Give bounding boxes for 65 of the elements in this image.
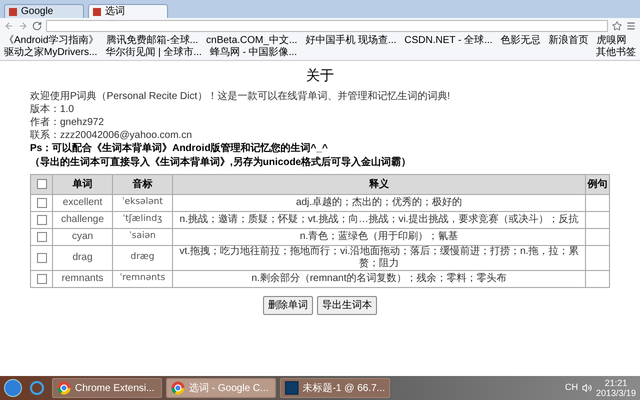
taskbar-button[interactable]: Chrome Extensi...	[52, 378, 162, 398]
bookmark-link[interactable]: CSDN.NET - 全球...	[404, 35, 493, 47]
column-header: 例句	[586, 174, 610, 194]
column-header: 单词	[52, 174, 112, 194]
bookmark-link[interactable]: 驱动之家MyDrivers...	[4, 47, 98, 59]
start-button[interactable]	[4, 379, 22, 397]
intro-text: 作者：gnehz972	[30, 116, 105, 129]
note-text: （导出的生词本可直接导入《生词本背单词》,另存为unicode格式后可导入金山词霸）	[30, 156, 412, 170]
bookmark-link[interactable]: 虎嗅网	[596, 35, 627, 47]
chrome-icon	[171, 381, 185, 395]
table-cell: ˈtʃælindʒ	[112, 212, 172, 228]
bookmark-link[interactable]: 好中国手机 现场查...	[305, 35, 396, 47]
table-cell: ˈsaiən	[112, 228, 172, 246]
intro-text: 版本：1.0	[30, 103, 75, 116]
favicon-icon	[93, 8, 101, 16]
favicon-icon	[9, 8, 17, 16]
clock-date: 2013/3/19	[596, 388, 636, 398]
reload-icon[interactable]	[32, 21, 42, 31]
other-bookmarks-link[interactable]: 其他书签	[596, 47, 636, 59]
table-cell: remnants	[52, 270, 112, 288]
table-cell: n.青色；蓝绿色（用于印刷）；氰基	[172, 228, 586, 246]
checkbox[interactable]	[36, 179, 46, 190]
checkbox[interactable]	[36, 198, 46, 208]
table-cell: challenge	[52, 212, 112, 228]
menu-icon[interactable]	[626, 21, 636, 31]
bookmark-link[interactable]: 新浪首页	[548, 35, 589, 47]
checkbox[interactable]	[36, 232, 46, 242]
table-cell: dræg	[112, 246, 172, 270]
bookmark-link[interactable]: 色影无忌	[500, 35, 541, 47]
page-title: 关于	[305, 66, 335, 85]
chrome-icon	[57, 381, 71, 395]
intro-text: 联系：zzz20042006@yahoo.com.cn	[30, 129, 193, 142]
table-cell: ˈeksələnt	[112, 194, 172, 212]
action-button[interactable]: 删除单词	[263, 296, 313, 315]
column-header: 释义	[172, 174, 586, 194]
bookmark-link[interactable]: cnBeta.COM_中文...	[206, 35, 298, 47]
address-field[interactable]	[46, 20, 608, 32]
column-header: 音标	[112, 174, 172, 194]
speaker-icon[interactable]	[582, 383, 592, 393]
intro-text: 欢迎使用P词典（Personal Recite Dict）！这是一款可以在线背单词、并管理和记忆生词的词典!	[30, 90, 452, 103]
table-cell: cyan	[52, 228, 112, 246]
clock-time: 21:21	[604, 378, 628, 388]
table-cell: adj.卓越的；杰出的；优秀的；极好的	[172, 194, 586, 212]
action-button[interactable]: 导出生词本	[317, 296, 377, 315]
forward-icon[interactable]	[18, 21, 28, 31]
back-icon[interactable]	[4, 21, 14, 31]
note-text: Ps：可以配合《生词本背单词》Android版管理和记忆您的生词^_^	[30, 142, 329, 156]
browser-tab[interactable]: Google	[4, 4, 84, 18]
table-cell: ˈremnənts	[112, 270, 172, 288]
table-cell: n.挑战；邀请；质疑；怀疑；vt.挑战；向…挑战；vi.提出挑战，要求竞赛（或决斗）；反抗	[172, 212, 586, 228]
checkbox[interactable]	[36, 214, 46, 225]
table-cell: drag	[52, 246, 112, 270]
bookmark-link[interactable]: 蜂鸟网 - 中国影像...	[210, 47, 298, 59]
checkbox[interactable]	[36, 274, 46, 284]
browser-tab[interactable]: 选词	[88, 4, 168, 18]
bookmark-link[interactable]: 腾讯免费邮箱-全球...	[106, 35, 198, 47]
bookmark-link[interactable]: 《Android学习指南》	[4, 35, 98, 47]
bookmark-link[interactable]: 华尔街见闻 | 全球市...	[105, 47, 202, 59]
star-icon[interactable]	[612, 21, 622, 31]
taskbar-button[interactable]: 未标题-1 @ 66.7...	[280, 378, 390, 398]
table-cell: excellent	[52, 194, 112, 212]
ps-icon	[285, 381, 299, 395]
checkbox[interactable]	[36, 252, 46, 263]
language-indicator[interactable]: CH	[564, 381, 578, 395]
table-cell: n.剩余部分（remnant的名词复数）；残余；零料；零头布	[172, 270, 586, 288]
